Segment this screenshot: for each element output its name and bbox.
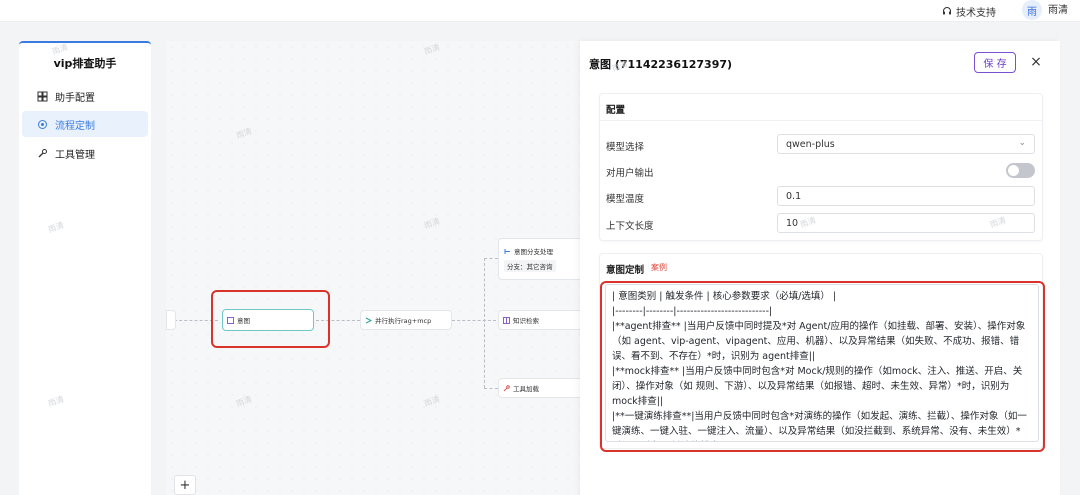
parallel-node[interactable]: 并行执行rag+mcp bbox=[360, 310, 452, 330]
add-node-button[interactable]: + bbox=[174, 475, 196, 495]
connection-line bbox=[484, 388, 498, 389]
case-tag[interactable]: 案例 bbox=[648, 261, 670, 274]
assistant-title: vip排查助手 bbox=[53, 57, 117, 70]
knowledge-node[interactable]: 知识检索 bbox=[498, 310, 582, 330]
output-label: 对用户输出 bbox=[606, 168, 654, 179]
model-select-value: qwen-plus bbox=[786, 138, 835, 150]
model-label: 模型选择 bbox=[606, 142, 645, 153]
sidebar-item-label: 工具管理 bbox=[55, 149, 95, 161]
branch-node[interactable]: 意图分支处理 分支：其它咨询 bbox=[498, 238, 582, 280]
parallel-node-label: 并行执行rag+mcp bbox=[375, 317, 432, 325]
wrench-icon bbox=[38, 148, 47, 157]
username: 雨清 bbox=[1048, 5, 1068, 16]
branch-icon bbox=[504, 248, 510, 254]
branch-sub-label: 分支：其它咨询 bbox=[504, 260, 556, 272]
connection-line bbox=[484, 258, 498, 259]
tool-icon bbox=[503, 384, 510, 391]
top-bar: 技术支持 雨 雨清 bbox=[0, 0, 1080, 22]
headset-icon bbox=[943, 7, 951, 15]
chevron-down-icon: ⌄ bbox=[1018, 138, 1026, 148]
divider bbox=[600, 120, 1042, 121]
close-icon[interactable]: × bbox=[1028, 52, 1044, 72]
book-icon bbox=[503, 316, 510, 324]
config-title: 配置 bbox=[606, 105, 626, 116]
tech-support-label: 技术支持 bbox=[956, 7, 996, 19]
highlight-box-intent bbox=[211, 290, 330, 348]
branch-node-label: 意图分支处理 bbox=[514, 248, 553, 256]
context-length-label: 上下文长度 bbox=[606, 221, 654, 232]
sidebar-item-assistant-config[interactable]: 助手配置 bbox=[22, 83, 148, 109]
tech-support-link[interactable]: 技术支持 bbox=[942, 0, 996, 22]
output-toggle[interactable] bbox=[1006, 163, 1035, 178]
sidebar: vip排查助手 助手配置 流程定制 工具管理 bbox=[19, 41, 151, 495]
config-card: 配置 模型选择 qwen-plus ⌄ 对用户输出 模型温度 0.1 上下文长度… bbox=[599, 93, 1043, 241]
flow-icon bbox=[38, 119, 47, 129]
sidebar-item-label: 流程定制 bbox=[55, 120, 95, 132]
save-button[interactable]: 保 存 bbox=[974, 52, 1016, 73]
temperature-input[interactable]: 0.1 bbox=[777, 186, 1035, 206]
parallel-icon bbox=[365, 317, 372, 323]
tool-node-label: 工具加载 bbox=[513, 385, 539, 393]
connection-line bbox=[484, 258, 485, 388]
avatar[interactable]: 雨 bbox=[1022, 0, 1042, 20]
sidebar-item-flow-custom[interactable]: 流程定制 bbox=[22, 111, 148, 137]
grid-icon bbox=[37, 91, 48, 101]
sidebar-item-label: 助手配置 bbox=[55, 92, 95, 104]
sidebar-item-tool-management[interactable]: 工具管理 bbox=[22, 140, 148, 166]
highlight-box-intent-textarea bbox=[600, 281, 1045, 452]
tool-node[interactable]: 工具加载 bbox=[498, 378, 582, 398]
intent-custom-title: 意图定制 bbox=[606, 265, 645, 276]
temperature-label: 模型温度 bbox=[606, 194, 645, 205]
model-select[interactable]: qwen-plus ⌄ bbox=[777, 134, 1035, 154]
knowledge-node-label: 知识检索 bbox=[513, 317, 539, 325]
connection-line bbox=[452, 320, 496, 321]
start-node[interactable] bbox=[166, 310, 176, 330]
